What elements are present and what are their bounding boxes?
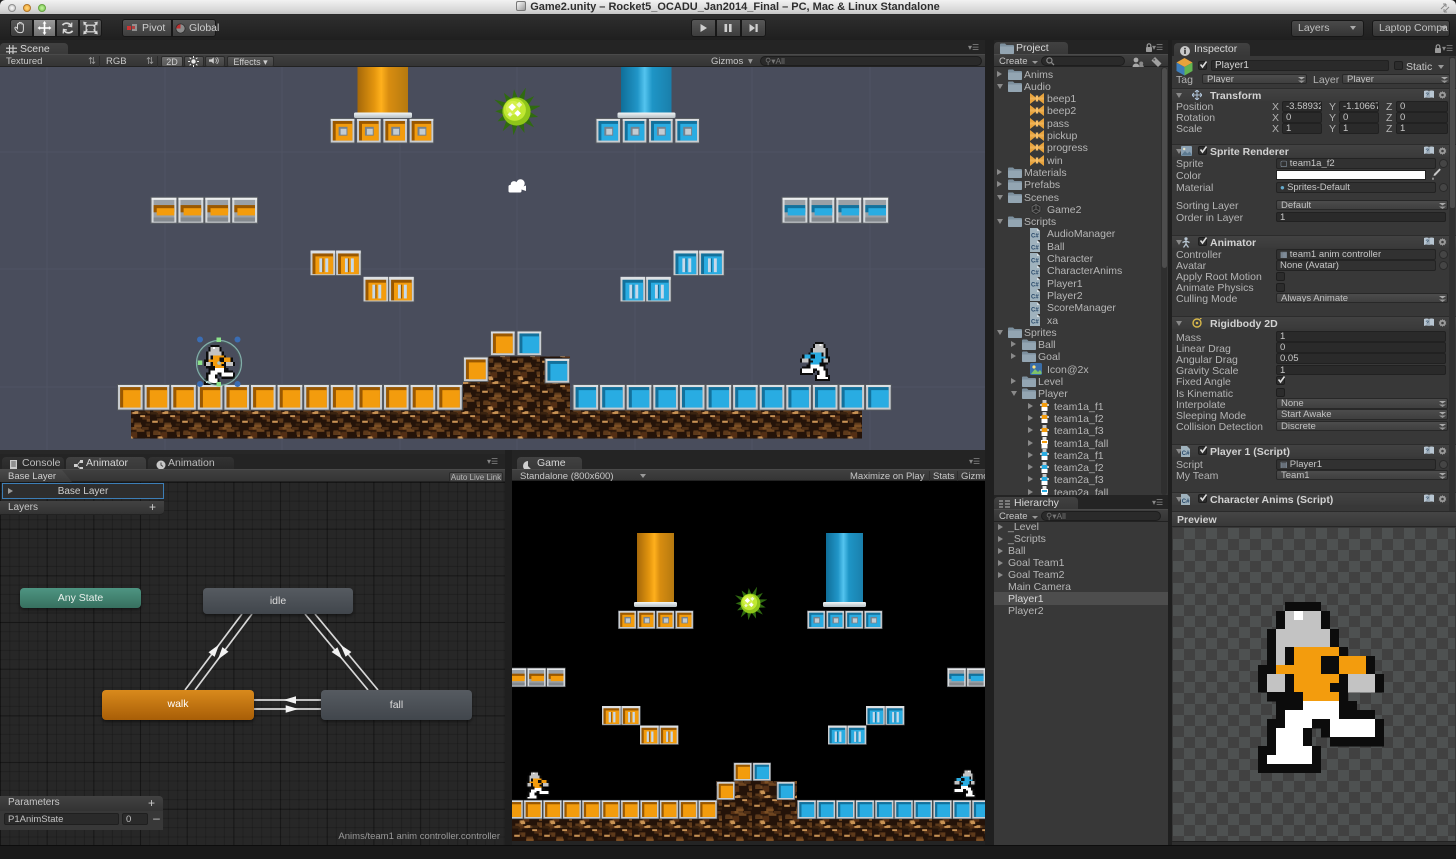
svg-text:C#: C# [1031,307,1039,313]
svg-text:C#: C# [1031,320,1039,326]
svg-text:C#: C# [1031,233,1039,239]
svg-text:C#: C# [1031,246,1039,252]
svg-text:C#: C# [1031,283,1039,289]
svg-text:C#: C# [1182,499,1190,505]
svg-text:C#: C# [1182,451,1190,457]
svg-text:C#: C# [1031,258,1039,264]
svg-text:C#: C# [1031,295,1039,301]
svg-text:C#: C# [1031,270,1039,276]
